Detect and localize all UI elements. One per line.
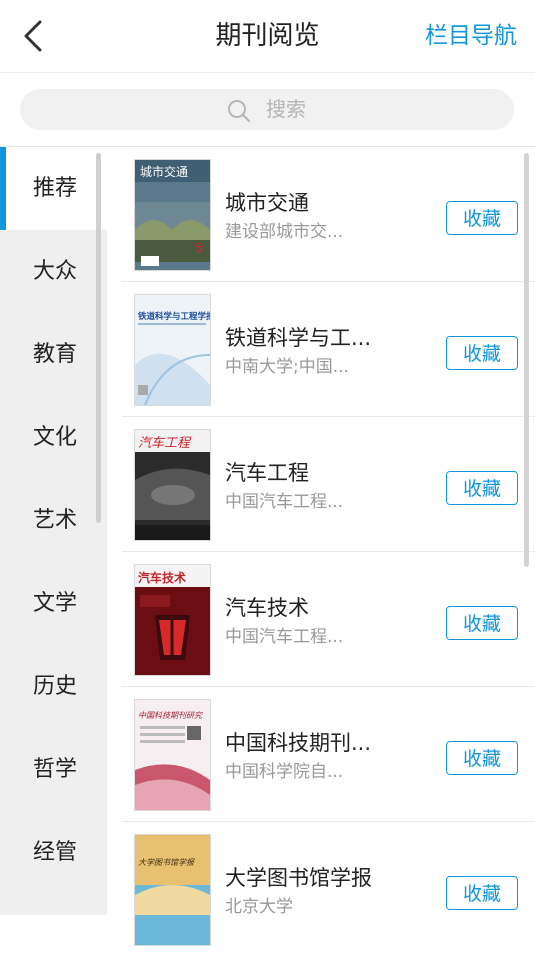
svg-text:城市交通: 城市交通 — [140, 164, 188, 179]
journal-publisher: 中南大学;中国... — [225, 357, 349, 377]
journal-name: 汽车技术 — [225, 596, 309, 620]
svg-text:5: 5 — [195, 241, 203, 255]
journal-name: 城市交通 — [225, 191, 309, 215]
journal-name: 中国科技期刊... — [225, 731, 372, 755]
journal-publisher: 中国科学院自... — [225, 762, 344, 782]
journal-item[interactable]: 铁道科学与工程学报 铁道科学与工... 中南大学;中国... 收藏 — [107, 282, 535, 417]
favorite-button[interactable]: 收藏 — [446, 876, 518, 910]
sidebar-item-popular[interactable]: 大众 — [0, 230, 107, 313]
sidebar-item-literature[interactable]: 文学 — [0, 562, 107, 645]
list-scrollbar[interactable] — [524, 153, 529, 567]
journal-publisher: 中国汽车工程... — [225, 492, 344, 512]
column-navigation-link[interactable]: 栏目导航 — [425, 18, 517, 54]
favorite-button[interactable]: 收藏 — [446, 201, 518, 235]
svg-text:汽车技术: 汽车技术 — [138, 570, 186, 585]
svg-text:大学图书馆学报: 大学图书馆学报 — [138, 858, 195, 867]
svg-text:汽车工程: 汽车工程 — [138, 436, 192, 451]
journal-name: 汽车工程 — [225, 461, 309, 485]
favorite-button[interactable]: 收藏 — [446, 471, 518, 505]
journal-cover: 大学图书馆学报 — [134, 834, 211, 946]
sidebar-item-history[interactable]: 历史 — [0, 645, 107, 728]
journal-publisher: 中国汽车工程... — [225, 627, 344, 647]
journal-item[interactable]: 汽车技术 汽车技术 中国汽车工程... 收藏 — [107, 552, 535, 687]
favorite-button[interactable]: 收藏 — [446, 606, 518, 640]
journal-cover: 汽车工程 — [134, 429, 211, 541]
sidebar-scrollbar[interactable] — [96, 153, 101, 523]
search-input[interactable]: 搜索 — [20, 89, 514, 130]
journal-publisher: 北京大学 — [225, 897, 293, 917]
search-bar-container: 搜索 — [0, 73, 535, 147]
sidebar-item-philosophy[interactable]: 哲学 — [0, 728, 107, 811]
journal-name: 铁道科学与工... — [225, 326, 372, 350]
search-icon — [228, 100, 250, 122]
favorite-button[interactable]: 收藏 — [446, 336, 518, 370]
category-sidebar: 推荐 大众 教育 文化 艺术 文学 历史 哲学 经管 — [0, 147, 107, 915]
svg-text:铁道科学与工程学报: 铁道科学与工程学报 — [138, 311, 210, 322]
journal-item[interactable]: 汽车工程 汽车工程 中国汽车工程... 收藏 — [107, 417, 535, 552]
journal-item[interactable]: 城市交通 5 城市交通 建设部城市交... 收藏 — [107, 147, 535, 282]
sidebar-item-education[interactable]: 教育 — [0, 313, 107, 396]
sidebar-item-economics[interactable]: 经管 — [0, 811, 107, 894]
journal-name: 大学图书馆学报 — [225, 866, 372, 890]
app-header: 期刊阅览 栏目导航 — [0, 0, 535, 73]
sidebar-item-culture[interactable]: 文化 — [0, 396, 107, 479]
svg-text:中国科技期刊研究: 中国科技期刊研究 — [138, 711, 203, 720]
journal-cover: 铁道科学与工程学报 — [134, 294, 211, 406]
journal-item[interactable]: 中国科技期刊研究 中国科技期刊... 中国科学院自... 收藏 — [107, 687, 535, 822]
journal-cover: 中国科技期刊研究 — [134, 699, 211, 811]
journal-publisher: 建设部城市交... — [225, 222, 344, 242]
journal-cover: 城市交通 5 — [134, 159, 211, 271]
sidebar-item-recommend[interactable]: 推荐 — [0, 147, 107, 230]
search-placeholder: 搜索 — [266, 97, 306, 121]
journal-list: 城市交通 5 城市交通 建设部城市交... 收藏 铁道科学与工程学报 铁道科学与… — [107, 147, 535, 946]
journal-cover: 汽车技术 — [134, 564, 211, 676]
sidebar-item-art[interactable]: 艺术 — [0, 479, 107, 562]
favorite-button[interactable]: 收藏 — [446, 741, 518, 775]
journal-item[interactable]: 大学图书馆学报 大学图书馆学报 北京大学 收藏 — [107, 822, 535, 957]
